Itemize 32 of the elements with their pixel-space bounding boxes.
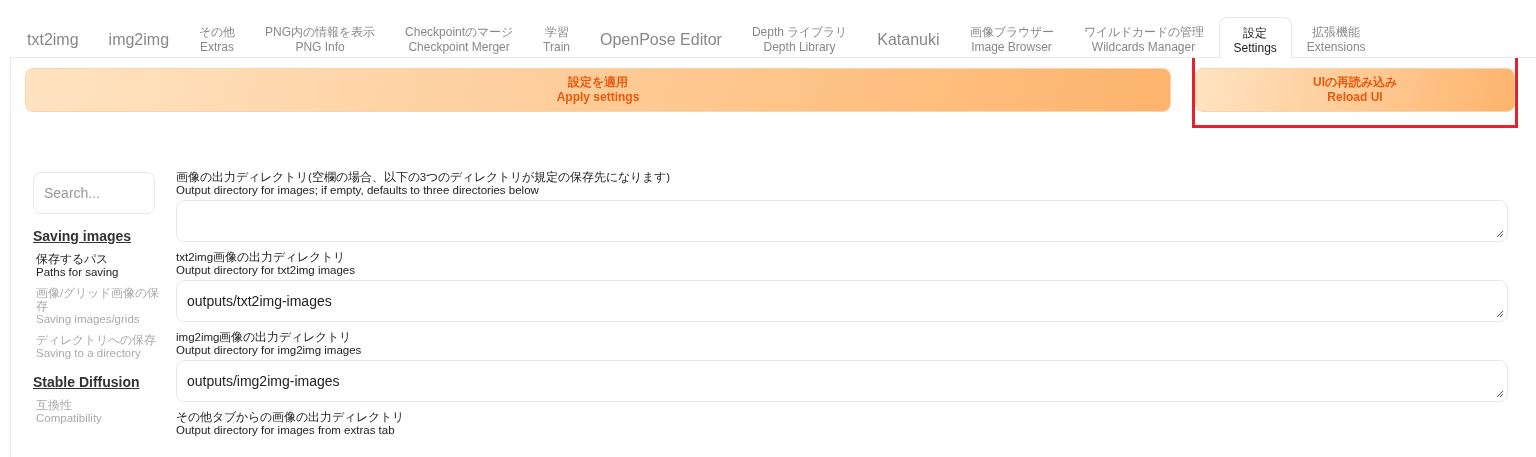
sidebar-item[interactable]: 画像/グリッド画像の保存 Saving images/grids	[33, 287, 161, 326]
sidebar-item[interactable]: ディレクトリへの保存 Saving to a directory	[33, 334, 161, 360]
tab[interactable]: 設定 Settings	[1218, 17, 1292, 58]
tab[interactable]: ワイルドカードの管理 Wildcards Manager	[1068, 16, 1219, 57]
tab[interactable]: Depth ライブラリ Depth Library	[736, 16, 863, 57]
section-heading[interactable]: Saving images	[33, 228, 161, 244]
tab[interactable]: 学習 Train	[528, 16, 585, 57]
resize-handle-icon[interactable]	[1496, 310, 1504, 318]
setting-label: 画像の出力ディレクトリ(空欄の場合、以下の3つのディレクトリが規定の保存先になります) Output directory for images; if empty, defaults to three directories below	[176, 171, 672, 197]
tab[interactable]: img2img	[93, 16, 185, 57]
reload-ui-button[interactable]: UIの再読み込み Reload UI	[1195, 68, 1515, 112]
section-heading[interactable]: Stable Diffusion	[33, 374, 161, 390]
setting-label: その他タブからの画像の出力ディレクトリ Output directory for images from extras tab	[176, 411, 405, 437]
sidebar-item[interactable]: 保存するパス Paths for saving	[33, 253, 161, 279]
setting-label: img2img画像の出力ディレクトリ Output directory for img2img images	[176, 331, 363, 357]
sidebar-item[interactable]: 互換性 Compatibility	[33, 399, 161, 425]
tab[interactable]: 画像ブラウザー Image Browser	[954, 16, 1069, 57]
tab[interactable]: その他 Extras	[184, 16, 251, 57]
text-field[interactable]: outputs/img2img-images	[176, 360, 1508, 402]
resize-handle-icon[interactable]	[1496, 230, 1504, 238]
text-field[interactable]	[176, 200, 1508, 242]
tab[interactable]: 拡張機能 Extensions	[1291, 16, 1381, 57]
apply-settings-button[interactable]: 設定を適用 Apply settings	[25, 68, 1171, 112]
setting-label: txt2img画像の出力ディレクトリ Output directory for txt2img images	[176, 251, 356, 277]
tab[interactable]: OpenPose Editor	[585, 16, 737, 57]
search-field[interactable]: Search...	[33, 172, 155, 214]
tab[interactable]: txt2img	[12, 16, 94, 57]
resize-handle-icon[interactable]	[1496, 390, 1504, 398]
tab[interactable]: Katanuki	[862, 16, 955, 57]
tab[interactable]: PNG内の情報を表示 PNG Info	[250, 16, 391, 57]
text-field[interactable]: outputs/txt2img-images	[176, 280, 1508, 322]
tab[interactable]: Checkpointのマージ Checkpoint Merger	[390, 16, 529, 57]
